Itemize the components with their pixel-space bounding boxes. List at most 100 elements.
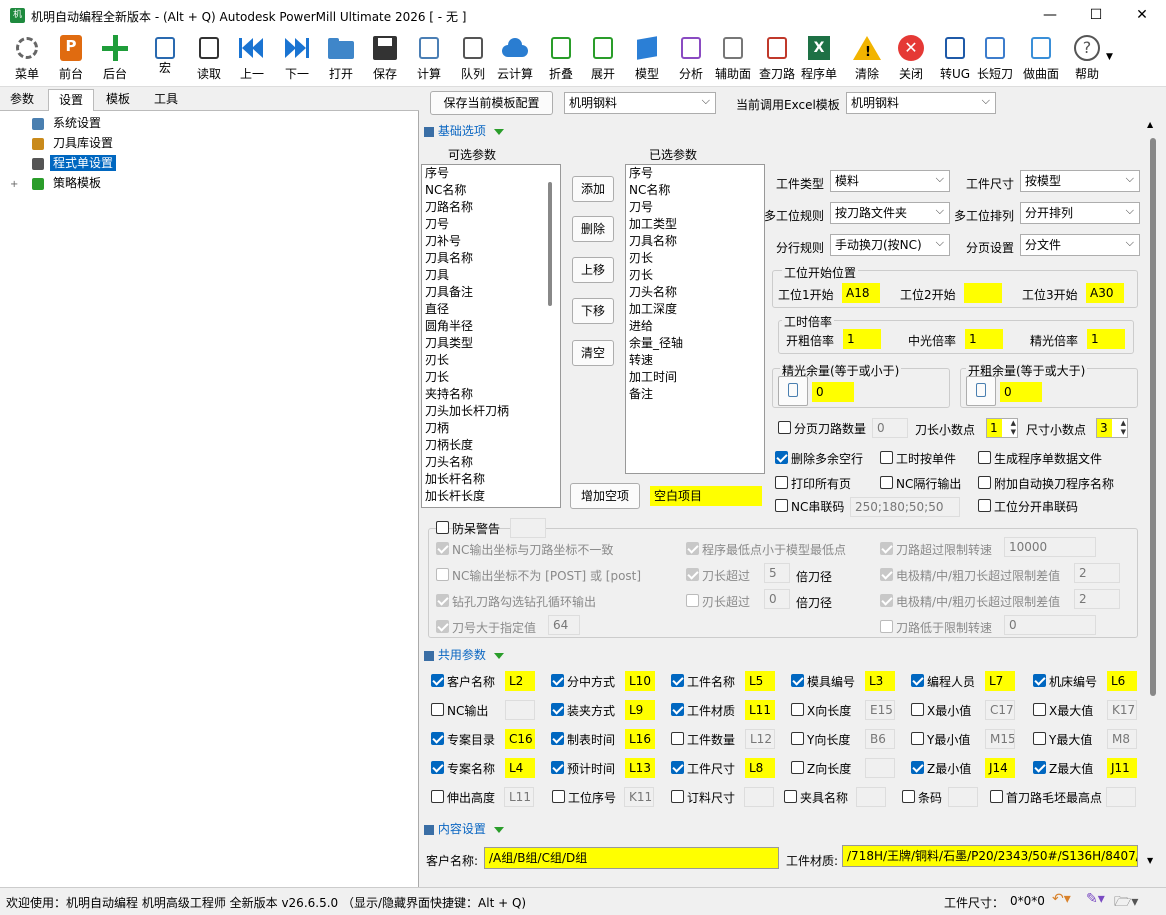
- list-item[interactable]: 加工时间: [626, 369, 764, 386]
- list-item[interactable]: 刀柄长度: [422, 437, 560, 454]
- common-param-field[interactable]: L9: [625, 700, 655, 720]
- list-item[interactable]: 转速: [626, 352, 764, 369]
- toolbar-save-button[interactable]: 保存: [366, 33, 404, 85]
- page-setting-select[interactable]: 分文件: [1020, 234, 1140, 256]
- warning-value-field[interactable]: 64: [548, 615, 580, 635]
- list-item[interactable]: 加长杆名称: [422, 471, 560, 488]
- multi-station-sort-select[interactable]: 分开排列: [1020, 202, 1140, 224]
- common-param-field[interactable]: L8: [745, 758, 775, 778]
- clear-button[interactable]: 清空: [572, 340, 614, 366]
- move-up-button[interactable]: 上移: [572, 257, 614, 283]
- common-params-header[interactable]: 共用参数: [424, 646, 504, 663]
- common-param-checkbox[interactable]: [791, 703, 804, 716]
- list-item[interactable]: 余量_径轴: [626, 335, 764, 352]
- toolbar-cube-button[interactable]: 模型: [628, 33, 666, 85]
- common-param-field[interactable]: L12: [745, 729, 775, 749]
- list-item[interactable]: 进给: [626, 318, 764, 335]
- common-param-checkbox[interactable]: [1033, 703, 1046, 716]
- list-item[interactable]: 刀补号: [422, 233, 560, 250]
- toolbar-tools-button[interactable]: 查刀路: [758, 33, 796, 85]
- blank-item-field[interactable]: 空白项目: [650, 486, 762, 506]
- toolbar-collapse-button[interactable]: 折叠: [542, 33, 580, 85]
- common-param-checkbox[interactable]: [911, 761, 924, 774]
- toolbar-sliders-button[interactable]: 读取: [190, 33, 228, 85]
- common-param-field[interactable]: [1106, 787, 1136, 807]
- common-param-field[interactable]: [948, 787, 978, 807]
- scroll-up-icon[interactable]: ▲: [1147, 120, 1153, 129]
- list-item[interactable]: 刀具名称: [626, 233, 764, 250]
- add-blank-button[interactable]: 增加空项: [570, 483, 640, 509]
- move-down-button[interactable]: 下移: [572, 298, 614, 324]
- list-item[interactable]: 刀具: [422, 267, 560, 284]
- warning-item-checkbox[interactable]: [880, 594, 893, 607]
- common-param-field[interactable]: M15: [985, 729, 1015, 749]
- warning-item-checkbox[interactable]: [686, 542, 699, 555]
- common-param-checkbox[interactable]: [1033, 674, 1046, 687]
- common-param-field[interactable]: L2: [505, 671, 535, 691]
- page-count-checkbox[interactable]: [778, 421, 791, 434]
- option-checkbox[interactable]: [978, 476, 991, 489]
- panel-scrollbar[interactable]: [1150, 138, 1156, 696]
- spin-up-icon[interactable]: ▲: [1121, 419, 1126, 427]
- warning-item-checkbox[interactable]: [880, 568, 893, 581]
- warning-item-checkbox[interactable]: [436, 594, 449, 607]
- list-item[interactable]: 刀头名称: [626, 284, 764, 301]
- row-rule-select[interactable]: 手动换刀(按NC): [830, 234, 950, 256]
- toolbar-surface-button[interactable]: 做曲面: [1022, 33, 1060, 85]
- station1-field[interactable]: A18: [842, 283, 880, 303]
- common-param-checkbox[interactable]: [911, 674, 924, 687]
- scroll-down-icon[interactable]: ▼: [1147, 856, 1153, 865]
- common-param-checkbox[interactable]: [1033, 732, 1046, 745]
- list-item[interactable]: 备注: [626, 386, 764, 403]
- list-item[interactable]: 刀路名称: [422, 199, 560, 216]
- list-item[interactable]: 加工深度: [626, 301, 764, 318]
- toolbar-long-short-tool-button[interactable]: 长短刀: [976, 33, 1014, 85]
- list-item[interactable]: 刀号: [422, 216, 560, 233]
- common-param-field[interactable]: [505, 700, 535, 720]
- list-item[interactable]: 加工类型: [626, 216, 764, 233]
- list-item[interactable]: 刃长: [626, 250, 764, 267]
- add-button[interactable]: 添加: [572, 176, 614, 202]
- toolbar-terminal-button[interactable]: 队列: [454, 33, 492, 85]
- toolbar-expand-button[interactable]: 展开: [584, 33, 622, 85]
- common-param-checkbox[interactable]: [911, 732, 924, 745]
- list-item[interactable]: 刀具名称: [422, 250, 560, 267]
- common-param-checkbox[interactable]: [431, 761, 444, 774]
- option-checkbox[interactable]: [775, 499, 788, 512]
- toolbar-overflow-icon[interactable]: ▼: [1106, 52, 1113, 62]
- option-checkbox[interactable]: [880, 451, 893, 464]
- common-param-field[interactable]: J14: [985, 758, 1015, 778]
- common-param-checkbox[interactable]: [431, 703, 444, 716]
- common-param-checkbox[interactable]: [784, 790, 797, 803]
- list-item[interactable]: 圆角半径: [422, 318, 560, 335]
- list-item[interactable]: 刀号: [626, 199, 764, 216]
- option-checkbox[interactable]: [775, 451, 788, 464]
- toolbar-close-button[interactable]: ✕ 关闭: [892, 33, 930, 85]
- size-decimal-spinner[interactable]: 3 ▲ ▼: [1096, 418, 1128, 438]
- toolbar-macro-button[interactable]: 宏: [146, 33, 184, 85]
- list-item[interactable]: 加长杆长度: [422, 488, 560, 505]
- finish-stock-field[interactable]: 0: [812, 382, 854, 402]
- excel-template-select[interactable]: 机明钢料: [846, 92, 996, 114]
- toolbar-previous-button[interactable]: 上一: [233, 33, 271, 85]
- selected-params-list[interactable]: 序号 NC名称 刀号 加工类型 刀具名称 刃长 刃长 刀头名称 加工深度 进给 余量_径轴 转速 加工时…: [625, 164, 765, 474]
- warning-item-checkbox[interactable]: [686, 568, 699, 581]
- warning-item-checkbox[interactable]: [880, 542, 893, 555]
- common-param-checkbox[interactable]: [431, 790, 444, 803]
- common-param-field[interactable]: L4: [505, 758, 535, 778]
- common-param-checkbox[interactable]: [552, 790, 565, 803]
- delete-button[interactable]: 删除: [572, 216, 614, 242]
- toolbar-aux-surface-button[interactable]: 辅助面: [714, 33, 752, 85]
- list-scrollbar[interactable]: [548, 182, 552, 306]
- tree-item[interactable]: 系统设置: [10, 113, 116, 133]
- common-param-field[interactable]: M8: [1107, 729, 1137, 749]
- warning-value-field[interactable]: 10000: [1004, 537, 1096, 557]
- common-param-field[interactable]: L11: [745, 700, 775, 720]
- tool-pen-icon[interactable]: ✎▾: [1086, 891, 1105, 907]
- mid-rate-field[interactable]: 1: [965, 329, 1003, 349]
- warning-item-checkbox[interactable]: [436, 568, 449, 581]
- list-item[interactable]: 刀头加长杆刀柄: [422, 403, 560, 420]
- warning-enable-checkbox[interactable]: [436, 521, 449, 534]
- list-item[interactable]: 夹持名称: [422, 386, 560, 403]
- common-param-checkbox[interactable]: [551, 761, 564, 774]
